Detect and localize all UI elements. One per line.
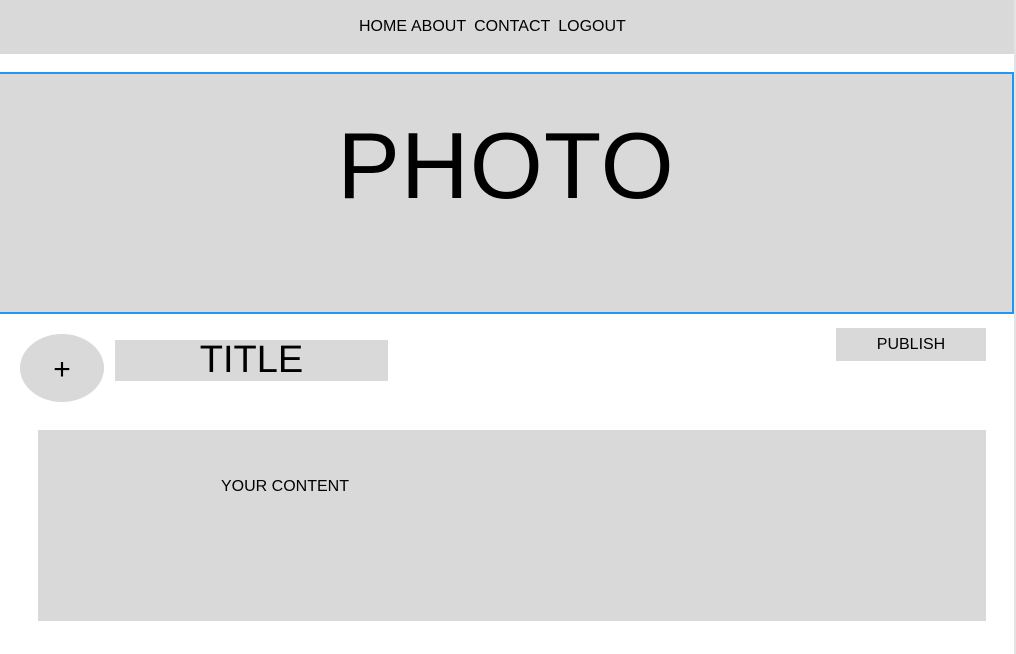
title-field[interactable]: TITLE <box>115 340 388 381</box>
plus-icon: + <box>53 353 71 386</box>
content-area[interactable]: YOUR CONTENT <box>38 430 986 621</box>
nav-link-contact[interactable]: CONTACT <box>474 17 550 37</box>
publish-button[interactable]: PUBLISH <box>836 328 986 361</box>
content-placeholder: YOUR CONTENT <box>221 478 349 495</box>
nav-link-logout[interactable]: LOGOUT <box>558 17 626 37</box>
page: HOME ABOUT CONTACT LOGOUT PHOTO + TITLE … <box>0 0 1016 654</box>
photo-banner[interactable]: PHOTO <box>0 72 1014 314</box>
add-button[interactable]: + <box>20 334 104 402</box>
top-nav: HOME ABOUT CONTACT LOGOUT <box>0 0 1014 54</box>
nav-links: HOME ABOUT CONTACT LOGOUT <box>359 17 626 37</box>
nav-link-home[interactable]: HOME <box>359 17 407 37</box>
photo-label: PHOTO <box>337 113 675 218</box>
nav-link-about[interactable]: ABOUT <box>411 17 466 37</box>
